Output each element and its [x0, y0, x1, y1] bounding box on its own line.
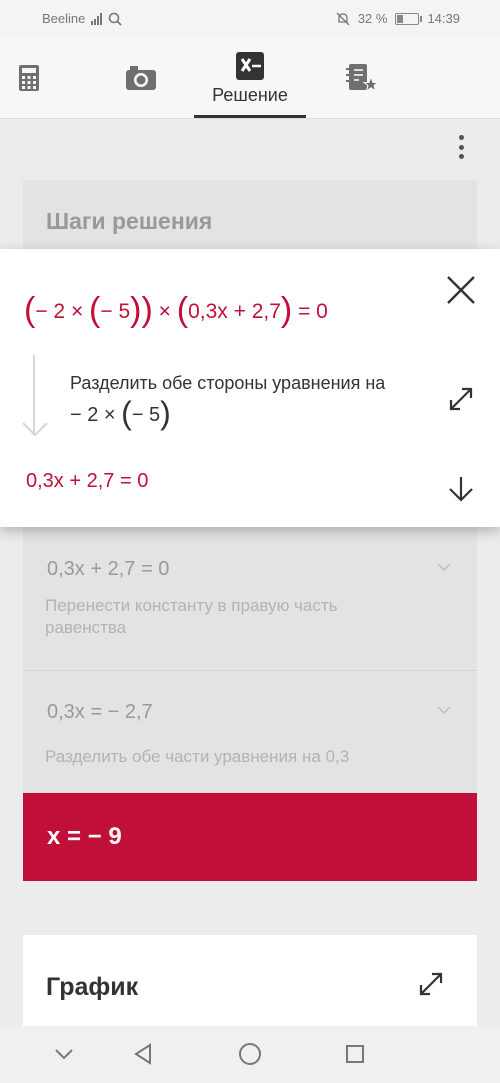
signal-icon [91, 12, 103, 25]
graph-card: График [23, 935, 477, 1035]
more-options-icon[interactable] [452, 135, 470, 159]
expand-icon[interactable] [418, 971, 444, 997]
notebook-star-icon [346, 64, 379, 93]
search-icon [109, 12, 123, 26]
tab-calculator[interactable] [12, 38, 46, 118]
active-tab-indicator [194, 115, 306, 118]
step-detail-popup: (− 2 × (− 5)) × (0,3x + 2,7) = 0 Раздели… [0, 249, 500, 527]
battery-percent: 32 % [357, 11, 388, 26]
clock: 14:39 [427, 11, 460, 26]
toolbar: Решение [0, 38, 500, 119]
chevron-down-icon[interactable] [437, 560, 451, 574]
hide-keyboard-icon[interactable] [54, 1048, 74, 1060]
solution-icon [236, 51, 264, 80]
carrier-name: Beeline [42, 11, 86, 26]
mute-icon [336, 12, 350, 25]
expand-icon[interactable] [448, 386, 474, 412]
calculator-icon [19, 65, 39, 91]
arrow-down-icon [22, 422, 48, 437]
step-description-divisor: − 2 × (− 5) [70, 395, 171, 431]
step-description: Разделить обе части уравнения на 0,3 [45, 747, 350, 766]
step-description: Перенести константу в правую часть равен… [45, 596, 338, 637]
step-equation: 0,3x = − 2,7 [47, 701, 153, 723]
tab-solution[interactable]: Решение [194, 38, 306, 118]
tab-solution-label: Решение [212, 84, 288, 105]
tab-notebook[interactable] [342, 38, 382, 118]
home-icon[interactable] [238, 1042, 262, 1066]
step-result: 0,3x + 2,7 = 0 [26, 470, 149, 492]
divider [23, 670, 477, 671]
recents-icon[interactable] [345, 1044, 365, 1064]
graph-title: График [46, 973, 139, 1001]
close-icon[interactable] [446, 275, 476, 305]
tab-camera[interactable] [122, 38, 160, 118]
step-equation: 0,3x + 2,7 = 0 [47, 558, 170, 580]
status-bar: Beeline 32 % 14:39 [0, 0, 500, 38]
chevron-down-icon[interactable] [437, 703, 451, 717]
answer-text: x = − 9 [47, 823, 122, 850]
steps-title: Шаги решения [46, 208, 213, 234]
camera-icon [126, 66, 156, 90]
back-icon[interactable] [133, 1043, 153, 1065]
step-description: Разделить обе стороны уравнения на [70, 373, 386, 393]
step-equation-main: (− 2 × (− 5)) × (0,3x + 2,7) = 0 [24, 291, 328, 329]
answer-bar: x = − 9 [23, 793, 477, 881]
battery-icon [395, 12, 423, 25]
navigation-bar [0, 1026, 500, 1083]
arrow-down-icon[interactable] [448, 475, 474, 503]
